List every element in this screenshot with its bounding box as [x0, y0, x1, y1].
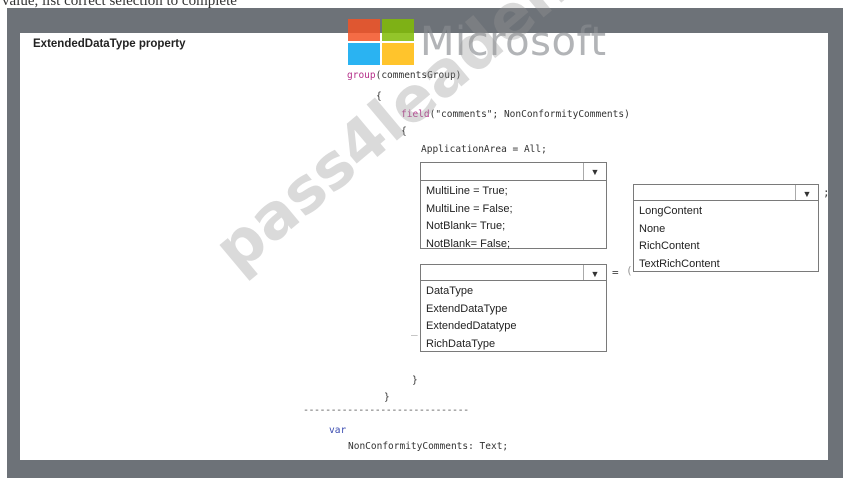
group-args: (commentsGroup)	[375, 70, 462, 81]
chevron-down-icon[interactable]: ▼	[583, 163, 606, 180]
datatype-option-1[interactable]: DataType	[426, 283, 606, 301]
code-var-declaration: NonConformityComments: Text;	[348, 441, 509, 452]
property-option-1[interactable]: MultiLine = True;	[426, 183, 606, 201]
logo-text: Microsoft	[420, 19, 607, 65]
datatype-option-3[interactable]: ExtendedDatatype	[426, 318, 606, 336]
property-option-3[interactable]: NotBlank= True;	[426, 218, 606, 236]
code-dash-mark: _	[411, 323, 418, 336]
logo-square-red	[348, 19, 380, 41]
field-args: ("comments"; NonConformityComments)	[429, 109, 630, 120]
code-brace-open-1: {	[376, 91, 382, 102]
code-semicolon: ;	[823, 186, 830, 199]
logo-square-blue	[348, 43, 380, 65]
property-options-list: MultiLine = True; MultiLine = False; Not…	[420, 180, 607, 250]
code-paren: (	[626, 264, 633, 277]
property-option-4[interactable]: NotBlank= False;	[426, 236, 606, 254]
code-brace-close-1: }	[384, 392, 390, 403]
code-line-field: field("comments"; NonConformityComments)	[401, 109, 630, 121]
microsoft-logo: Microsoft	[348, 19, 607, 65]
value-option-2[interactable]: None	[639, 221, 818, 239]
page-title: ExtendedDataType property	[33, 38, 186, 50]
keyword-field: field	[401, 109, 430, 120]
property-option-2[interactable]: MultiLine = False;	[426, 201, 606, 219]
microsoft-logo-icon	[348, 19, 414, 65]
datatype-option-2[interactable]: ExtendDataType	[426, 301, 606, 319]
code-brace-close-2: }	[412, 375, 418, 386]
code-equals: =	[612, 266, 619, 279]
value-options-list: LongContent None RichContent TextRichCon…	[633, 200, 819, 272]
code-brace-open-2: {	[401, 126, 407, 137]
value-option-1[interactable]: LongContent	[639, 203, 818, 221]
value-option-4[interactable]: TextRichContent	[639, 256, 818, 274]
code-line-group: group(commentsGroup)	[347, 70, 461, 82]
datatype-options-list: DataType ExtendDataType ExtendedDatatype…	[420, 280, 607, 352]
logo-square-yellow	[382, 43, 414, 65]
separator-line: ------------------------------	[303, 405, 469, 416]
code-line-application-area: ApplicationArea = All;	[421, 144, 547, 155]
value-option-3[interactable]: RichContent	[639, 238, 818, 256]
datatype-option-4[interactable]: RichDataType	[426, 336, 606, 354]
keyword-var: var	[329, 425, 347, 436]
keyword-group: group	[347, 70, 376, 81]
property-dropdown[interactable]: ▼	[420, 162, 607, 181]
code-var-keyword: var	[329, 425, 346, 437]
logo-square-green	[382, 19, 414, 41]
